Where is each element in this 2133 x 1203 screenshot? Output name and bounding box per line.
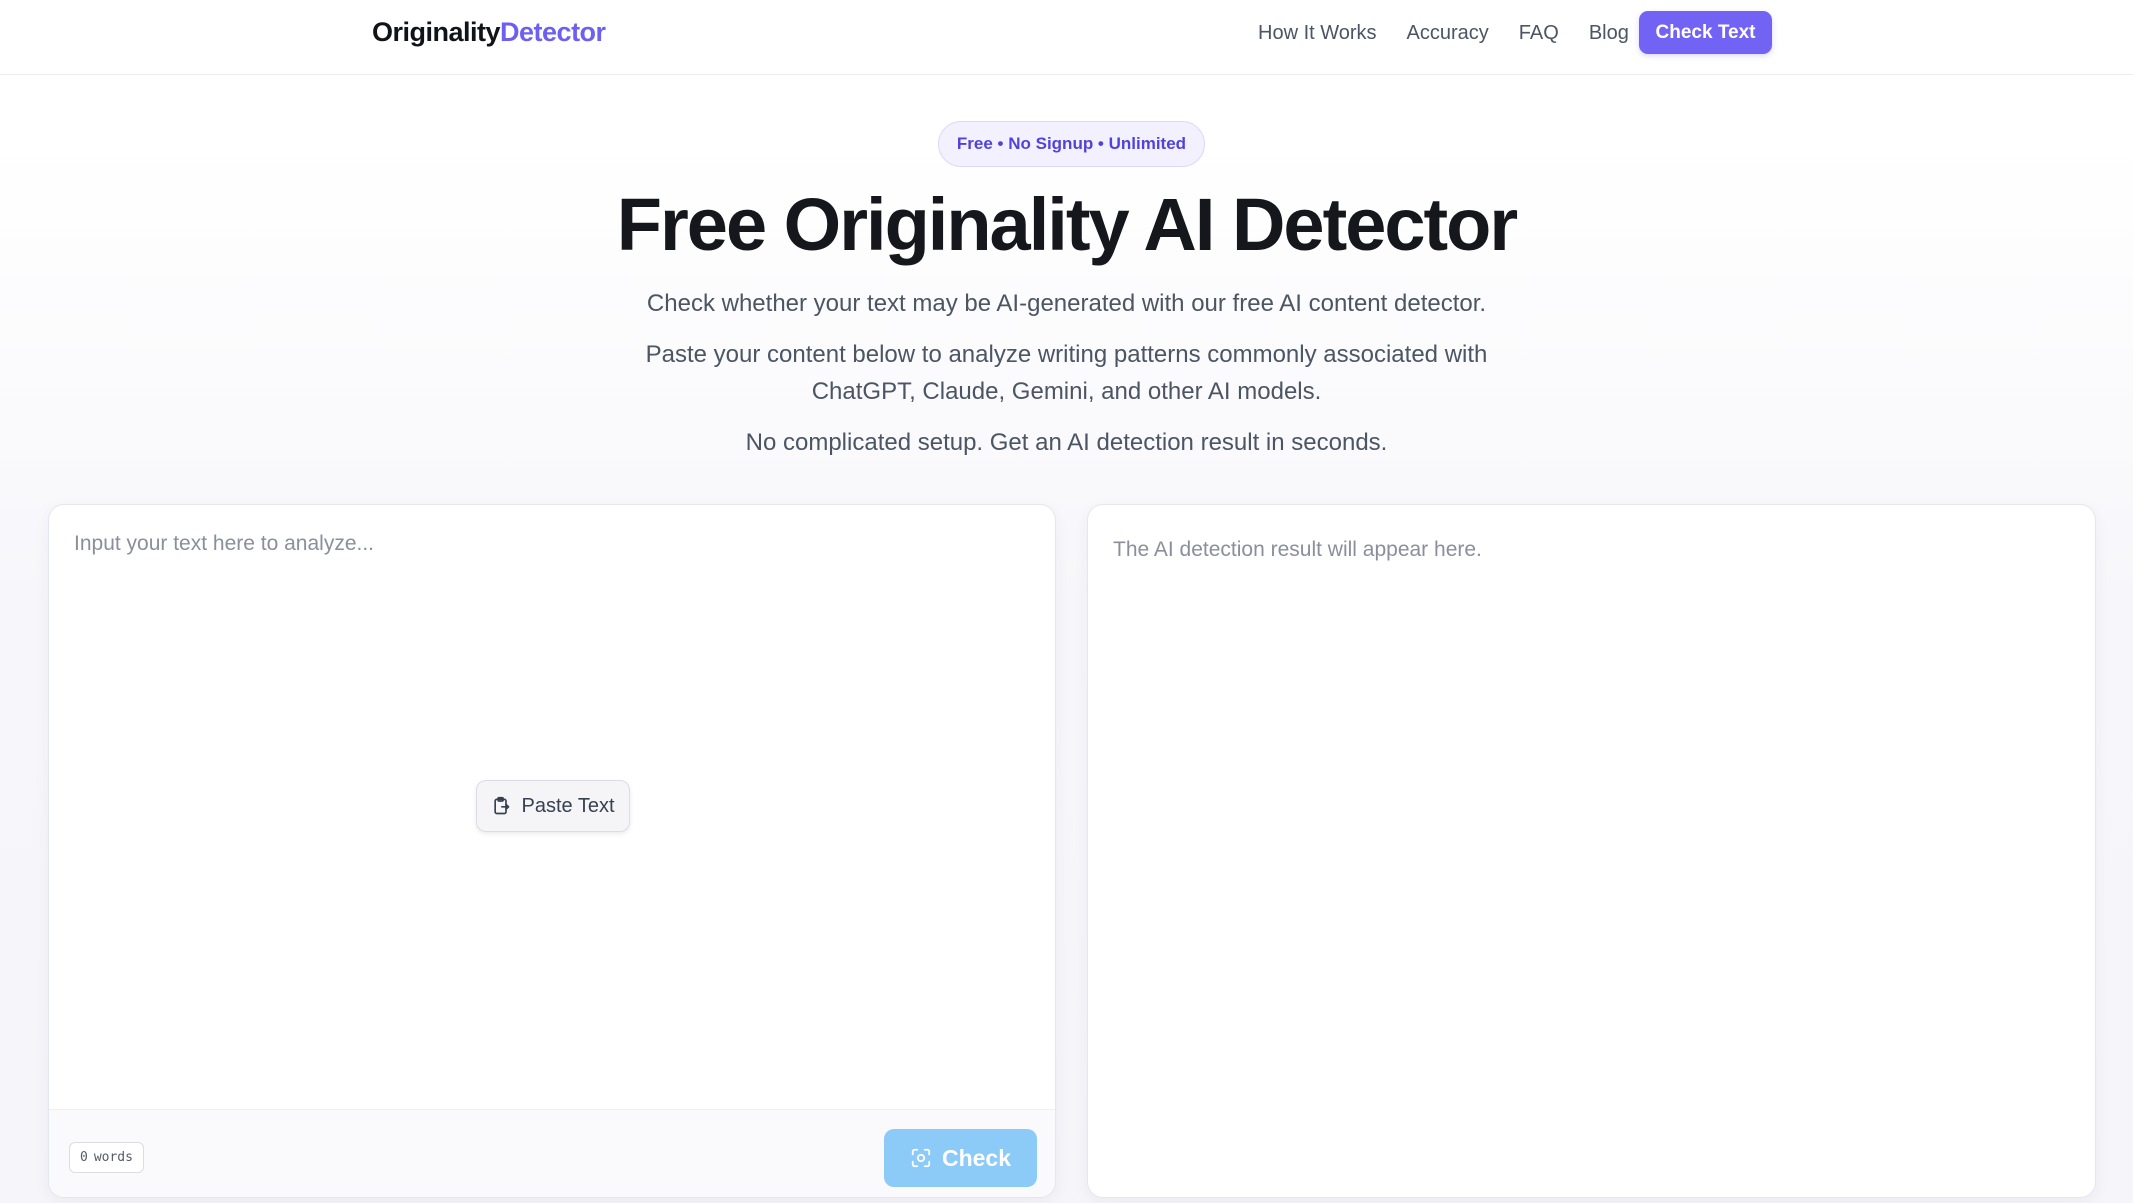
main-nav: How It Works Accuracy FAQ Blog [1258,15,1659,51]
hero-description-1: Check whether your text may be AI-genera… [646,290,1487,317]
word-count-badge: 0 words [69,1142,144,1173]
nav-how-it-works[interactable]: How It Works [1258,22,1377,45]
input-panel: Paste Text 0 words Check [48,504,1056,1198]
logo-text-originality: Originality [372,16,501,47]
result-placeholder: The AI detection result will appear here… [1113,538,1482,561]
check-button-label: Check [941,1144,1012,1171]
nav-faq[interactable]: FAQ [1519,22,1559,45]
scan-icon [910,1147,932,1169]
check-text-button[interactable]: Check Text [1639,11,1772,54]
check-button[interactable]: Check [884,1129,1037,1187]
word-count-value: 0 [80,1150,88,1165]
clipboard-icon [491,796,511,816]
word-count-unit: words [93,1150,133,1165]
feature-badge: Free • No Signup • Unlimited [938,121,1205,167]
logo[interactable]: Originality Detector [372,14,606,50]
paste-text-label: Paste Text [521,794,615,817]
input-panel-footer: 0 words Check [49,1109,1055,1197]
hero-description-2: Paste your content below to analyze writ… [645,341,1488,368]
hero-description-3: ChatGPT, Claude, Gemini, and other AI mo… [811,378,1322,405]
nav-blog[interactable]: Blog [1589,22,1629,45]
hero-description-4: No complicated setup. Get an AI detectio… [745,429,1388,456]
paste-text-button[interactable]: Paste Text [476,780,630,832]
nav-accuracy[interactable]: Accuracy [1407,22,1489,45]
result-panel: The AI detection result will appear here… [1087,504,2096,1198]
page-title: Free Originality AI Detector [616,183,1518,266]
logo-text-detector: Detector [500,16,606,47]
site-header: Originality Detector How It Works Accurac… [0,0,2133,75]
